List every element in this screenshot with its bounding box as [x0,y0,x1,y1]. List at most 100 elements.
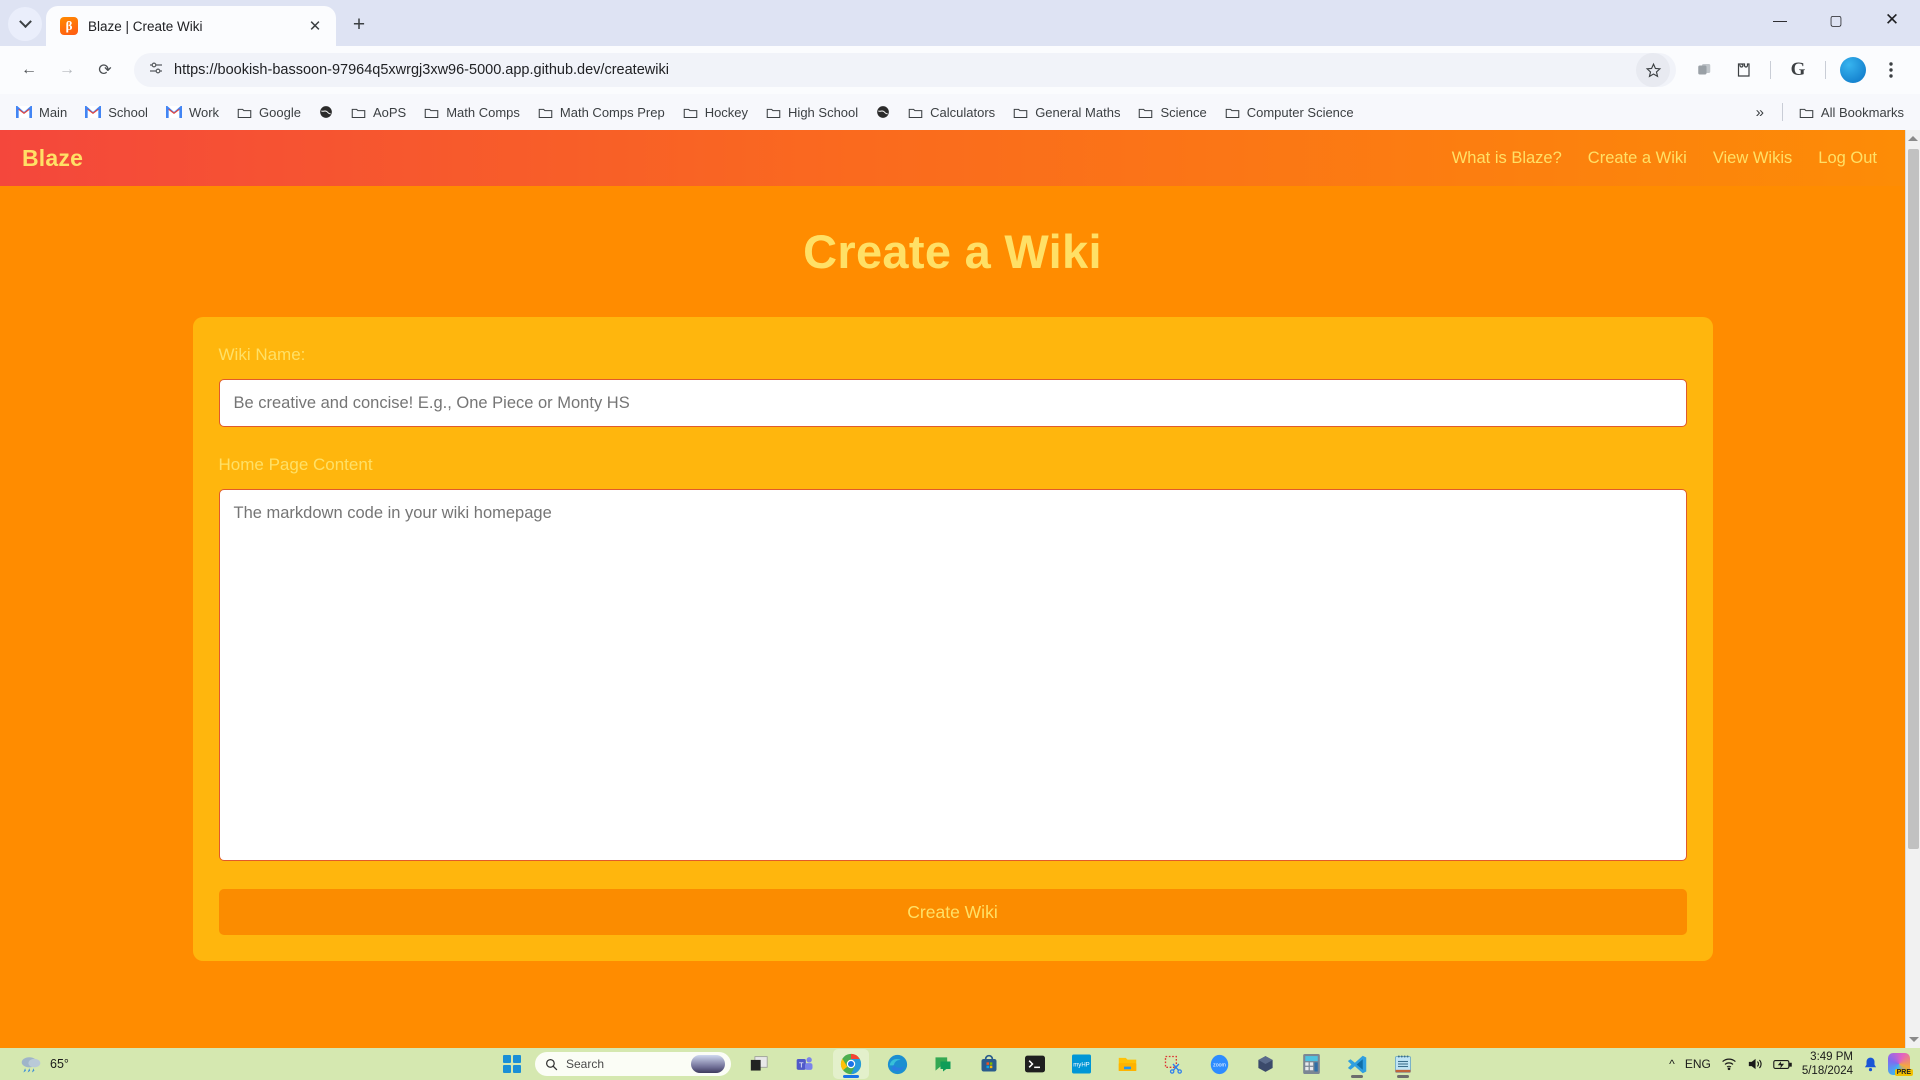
svg-text:T: T [799,1060,804,1069]
bookmark-work[interactable]: Work [158,101,227,124]
bookmark-folder-high-school[interactable]: High School [758,101,866,124]
copilot-icon[interactable]: PRE [1888,1053,1913,1076]
bookmark-folder-math-comps-prep[interactable]: Math Comps Prep [530,101,673,124]
page-viewport: Blaze What is Blaze? Create a Wiki View … [0,130,1920,1048]
nav-link-view-wikis[interactable]: View Wikis [1713,149,1792,168]
scrollbar-thumb[interactable] [1908,149,1919,849]
taskbar-app-microsoft-teams[interactable]: T [787,1049,823,1079]
create-wiki-form: Wiki Name: Home Page Content Create Wiki [192,317,1713,961]
folder-icon [1139,108,1153,118]
taskbar-app-myhp[interactable]: myHP [1063,1049,1099,1079]
browser-tab[interactable]: β Blaze | Create Wiki ✕ [46,6,336,46]
tab-strip: β Blaze | Create Wiki ✕ + — ▢ ✕ [0,0,1920,46]
bookmark-folder-hockey[interactable]: Hockey [675,101,756,124]
taskbar-clock[interactable]: 3:49 PM 5/18/2024 [1802,1050,1853,1079]
bookmark-globe-1[interactable] [311,101,341,123]
google-icon[interactable]: G [1781,53,1815,87]
scroll-down-button[interactable] [1906,1031,1920,1048]
input-language[interactable]: ENG [1685,1057,1711,1071]
url-text: https://bookish-bassoon-97964q5xwrgj3xw9… [174,62,669,78]
bookmark-folder-general-maths[interactable]: General Maths [1005,101,1128,124]
create-wiki-button[interactable]: Create Wiki [218,889,1687,935]
bookmark-folder-google[interactable]: Google [229,101,309,124]
bookmark-folder-science[interactable]: Science [1130,101,1214,124]
address-bar[interactable]: https://bookish-bassoon-97964q5xwrgj3xw9… [134,53,1676,87]
new-tab-button[interactable]: + [344,10,374,40]
folder-icon [1799,108,1814,118]
nav-link-create-a-wiki[interactable]: Create a Wiki [1588,149,1687,168]
browser-toolbar: ← → ⟳ https://bookish-bassoon-97964q5xwr… [0,46,1920,94]
volume-icon[interactable] [1747,1057,1763,1071]
taskbar-app-google-chat[interactable] [925,1049,961,1079]
extensions-icon[interactable] [1726,53,1760,87]
bookmark-label: General Maths [1035,104,1121,120]
taskbar-app-terminal[interactable] [1017,1049,1053,1079]
bookmark-label: Math Comps [446,104,520,120]
tab-search-button[interactable] [8,7,42,41]
tab-group-icon[interactable] [1688,53,1722,87]
maximize-button[interactable]: ▢ [1808,0,1864,40]
folder-icon [351,108,366,118]
clock-date: 5/18/2024 [1801,1065,1853,1077]
star-icon[interactable] [1636,53,1670,87]
taskbar-app-snipping-tool[interactable] [1155,1049,1191,1079]
chrome-menu-icon[interactable] [1874,53,1908,87]
home-page-content-label: Home Page Content [218,455,373,474]
wifi-icon[interactable] [1721,1057,1737,1071]
bell-icon[interactable] [1863,1056,1878,1072]
running-indicator [1351,1075,1363,1078]
wiki-name-input[interactable] [218,379,1687,427]
close-window-button[interactable]: ✕ [1864,0,1920,40]
forward-button[interactable]: → [50,53,84,87]
back-button[interactable]: ← [12,53,46,87]
home-page-content-textarea[interactable] [218,489,1687,861]
bookmark-folder-computer-science[interactable]: Computer Science [1217,101,1362,124]
taskbar-app-file-explorer[interactable] [1109,1049,1145,1079]
clock-time: 3:49 PM [1810,1050,1853,1063]
all-bookmarks-button[interactable]: All Bookmarks [1791,101,1912,124]
bookmark-folder-calculators[interactable]: Calculators [900,101,1003,124]
tray-overflow-chevron-icon[interactable]: ^ [1669,1057,1675,1071]
minimize-button[interactable]: — [1752,0,1808,40]
site-info-icon[interactable] [148,60,164,81]
folder-icon [424,108,439,118]
system-tray: ^ ENG 3:49 PM 5/18/2024 PRE [1669,1048,1920,1080]
battery-icon[interactable] [1773,1058,1792,1071]
scroll-up-button[interactable] [1906,130,1920,147]
taskbar-app-zoom[interactable]: zoom [1201,1049,1237,1079]
taskbar-app-microsoft-store[interactable] [971,1049,1007,1079]
bookmark-folder-aops[interactable]: AoPS [343,101,414,124]
taskbar-app-calculator[interactable] [1293,1049,1329,1079]
site-brand[interactable]: Blaze [22,145,83,172]
taskbar-app-google-chrome[interactable] [833,1049,869,1079]
nav-link-log-out[interactable]: Log Out [1818,149,1877,168]
bookmark-school[interactable]: School [77,101,156,124]
windows-start-icon[interactable] [499,1051,525,1077]
bookmark-folder-math-comps[interactable]: Math Comps [416,101,528,124]
bookmark-main[interactable]: Main [8,101,75,124]
reload-button[interactable]: ⟳ [88,53,122,87]
bookmark-label: Computer Science [1246,104,1354,120]
taskbar-app-visual-studio-code[interactable] [1339,1049,1375,1079]
field-spacer [219,427,1687,455]
toolbar-divider-2 [1825,61,1826,79]
taskbar-app-virtualbox[interactable] [1247,1049,1283,1079]
taskbar-app-microsoft-edge[interactable] [879,1049,915,1079]
nav-link-what-is-blaze[interactable]: What is Blaze? [1452,149,1562,168]
page-scrollbar[interactable] [1905,130,1920,1048]
wiki-name-label: Wiki Name: [218,345,306,364]
bookmarks-overflow-button[interactable]: » [1746,102,1774,123]
taskbar-app-notepad[interactable] [1385,1049,1421,1079]
bookmark-globe-2[interactable] [868,101,898,123]
close-icon[interactable]: ✕ [304,15,326,37]
profile-avatar[interactable] [1836,53,1870,87]
svg-text:myHP: myHP [1073,1063,1089,1069]
bookmark-label: Work [188,104,220,120]
folder-icon [908,108,923,118]
blaze-favicon: β [60,17,78,35]
folder-icon [683,108,697,118]
bookmark-label: Hockey [704,104,749,120]
taskbar-search-input[interactable]: Search [535,1052,731,1076]
bookmark-label: Science [1160,104,1207,120]
taskbar-app-task-view[interactable] [741,1049,777,1079]
